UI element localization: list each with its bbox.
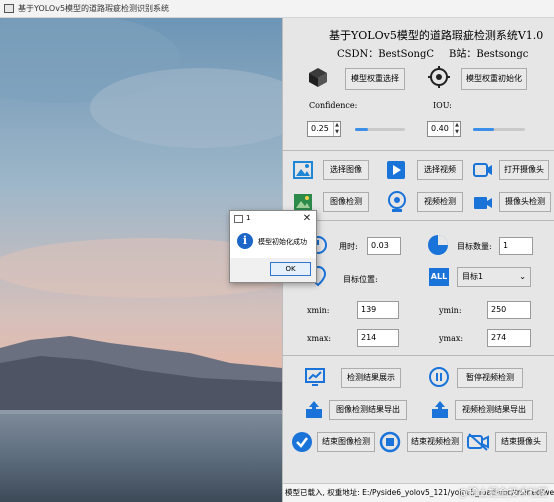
select-weights-button[interactable]: 模型权重选择 — [345, 68, 405, 90]
dialog-message: 模型初始化成功 — [258, 238, 307, 246]
target-count-field[interactable]: 1 — [499, 237, 533, 255]
xmin-label: xmin: — [307, 306, 330, 315]
divider — [283, 355, 554, 356]
divider — [283, 150, 554, 151]
confidence-label: Confidence: — [309, 101, 358, 110]
select-video-button[interactable]: 选择视频 — [417, 160, 463, 180]
panel-heading: 基于YOLOv5模型的道路瑕疵检测系统V1.0 — [329, 29, 544, 42]
target-position-label: 目标位置: — [343, 275, 378, 284]
image-icon — [293, 161, 313, 179]
open-camera-button[interactable]: 打开摄像头 — [499, 160, 549, 180]
elapsed-field[interactable]: 0.03 — [367, 237, 401, 255]
spin-arrows-icon[interactable]: ▲ ▼ — [453, 122, 460, 136]
dialog-title: 1 — [246, 214, 251, 222]
export-icon — [432, 401, 448, 418]
video-camera-icon — [474, 197, 492, 209]
end-camera-button[interactable]: 结束摄像头 — [495, 432, 547, 452]
ymax-label: ymax: — [439, 334, 464, 343]
export-image-results-button[interactable]: 图像检测结果导出 — [329, 400, 407, 420]
end-image-detect-button[interactable]: 结束图像检测 — [317, 432, 375, 452]
target-select-value: 目标1 — [462, 272, 484, 281]
close-icon[interactable]: ✕ — [300, 212, 314, 226]
elapsed-label: 用时: — [339, 242, 358, 251]
window-icon — [234, 215, 243, 223]
ymax-field[interactable]: 274 — [487, 329, 531, 347]
check-circle-icon — [292, 432, 312, 452]
app-icon — [4, 4, 14, 13]
end-video-detect-button[interactable]: 结束视频检测 — [407, 432, 463, 452]
iou-slider[interactable] — [473, 128, 525, 131]
main-window: 基于YOLOv5模型的道路瑕疵检测识别系统 基于YOLOv5模型的道路瑕疵检测系… — [0, 0, 554, 502]
target-count-label: 目标数量: — [457, 242, 492, 251]
target-select[interactable]: 目标1 ⌄ — [457, 267, 531, 287]
show-results-button[interactable]: 检测结果展示 — [341, 368, 401, 388]
confidence-slider-fill — [355, 128, 368, 131]
confidence-spinbox[interactable]: 0.25 ▲ ▼ — [307, 121, 341, 137]
bilibili-label: B站：Bestsongc — [449, 49, 529, 60]
xmax-field[interactable]: 214 — [357, 329, 399, 347]
ok-button[interactable]: OK — [270, 262, 311, 276]
iou-label: IOU: — [433, 101, 452, 110]
ymin-label: ymin: — [439, 306, 462, 315]
pause-icon — [429, 367, 449, 387]
iou-slider-fill — [473, 128, 494, 131]
ymin-field[interactable]: 250 — [487, 301, 531, 319]
detect-image-button[interactable]: 图像检测 — [323, 192, 369, 212]
camera-off-icon — [467, 433, 489, 451]
camera-icon — [473, 163, 492, 177]
all-targets-icon: ALL — [429, 268, 449, 286]
xmax-label: xmax: — [307, 334, 332, 343]
control-panel: 基于YOLOv5模型的道路瑕疵检测系统V1.0 CSDN：BestSongC B… — [282, 18, 554, 502]
xmin-field[interactable]: 139 — [357, 301, 399, 319]
init-model-button[interactable]: 模型权重初始化 — [461, 68, 527, 90]
iou-value: 0.40 — [431, 124, 449, 133]
detect-video-button[interactable]: 视频检测 — [417, 192, 463, 212]
csdn-label: CSDN：BestSongC — [337, 49, 435, 60]
window-title: 基于YOLOv5模型的道路瑕疵检测识别系统 — [18, 4, 170, 13]
stop-circle-icon — [379, 431, 401, 453]
pause-video-button[interactable]: 暂停视频检测 — [457, 368, 523, 388]
title-bar: 基于YOLOv5模型的道路瑕疵检测识别系统 — [0, 0, 554, 18]
video-icon — [387, 161, 405, 179]
watermark: @稀土掘金技术社区 — [458, 488, 548, 499]
monitor-chart-icon — [305, 368, 325, 386]
chevron-down-icon: ⌄ — [519, 272, 526, 281]
spin-arrows-icon[interactable]: ▲ ▼ — [333, 122, 340, 136]
webcam-icon — [388, 191, 406, 212]
cube-icon — [309, 68, 327, 87]
select-image-button[interactable]: 选择图像 — [323, 160, 369, 180]
target-settings-icon — [428, 66, 450, 88]
confidence-slider[interactable] — [355, 128, 405, 131]
pie-chart-icon — [428, 235, 448, 255]
image-detect-icon — [294, 194, 312, 210]
divider — [283, 220, 554, 221]
info-icon: i — [237, 233, 253, 249]
iou-spinbox[interactable]: 0.40 ▲ ▼ — [427, 121, 461, 137]
confidence-value: 0.25 — [311, 124, 329, 133]
export-icon — [306, 401, 322, 418]
export-video-results-button[interactable]: 视频检测结果导出 — [455, 400, 533, 420]
detect-camera-button[interactable]: 摄像头检测 — [499, 192, 551, 212]
info-dialog: 1 ✕ i 模型初始化成功 OK — [229, 210, 317, 283]
